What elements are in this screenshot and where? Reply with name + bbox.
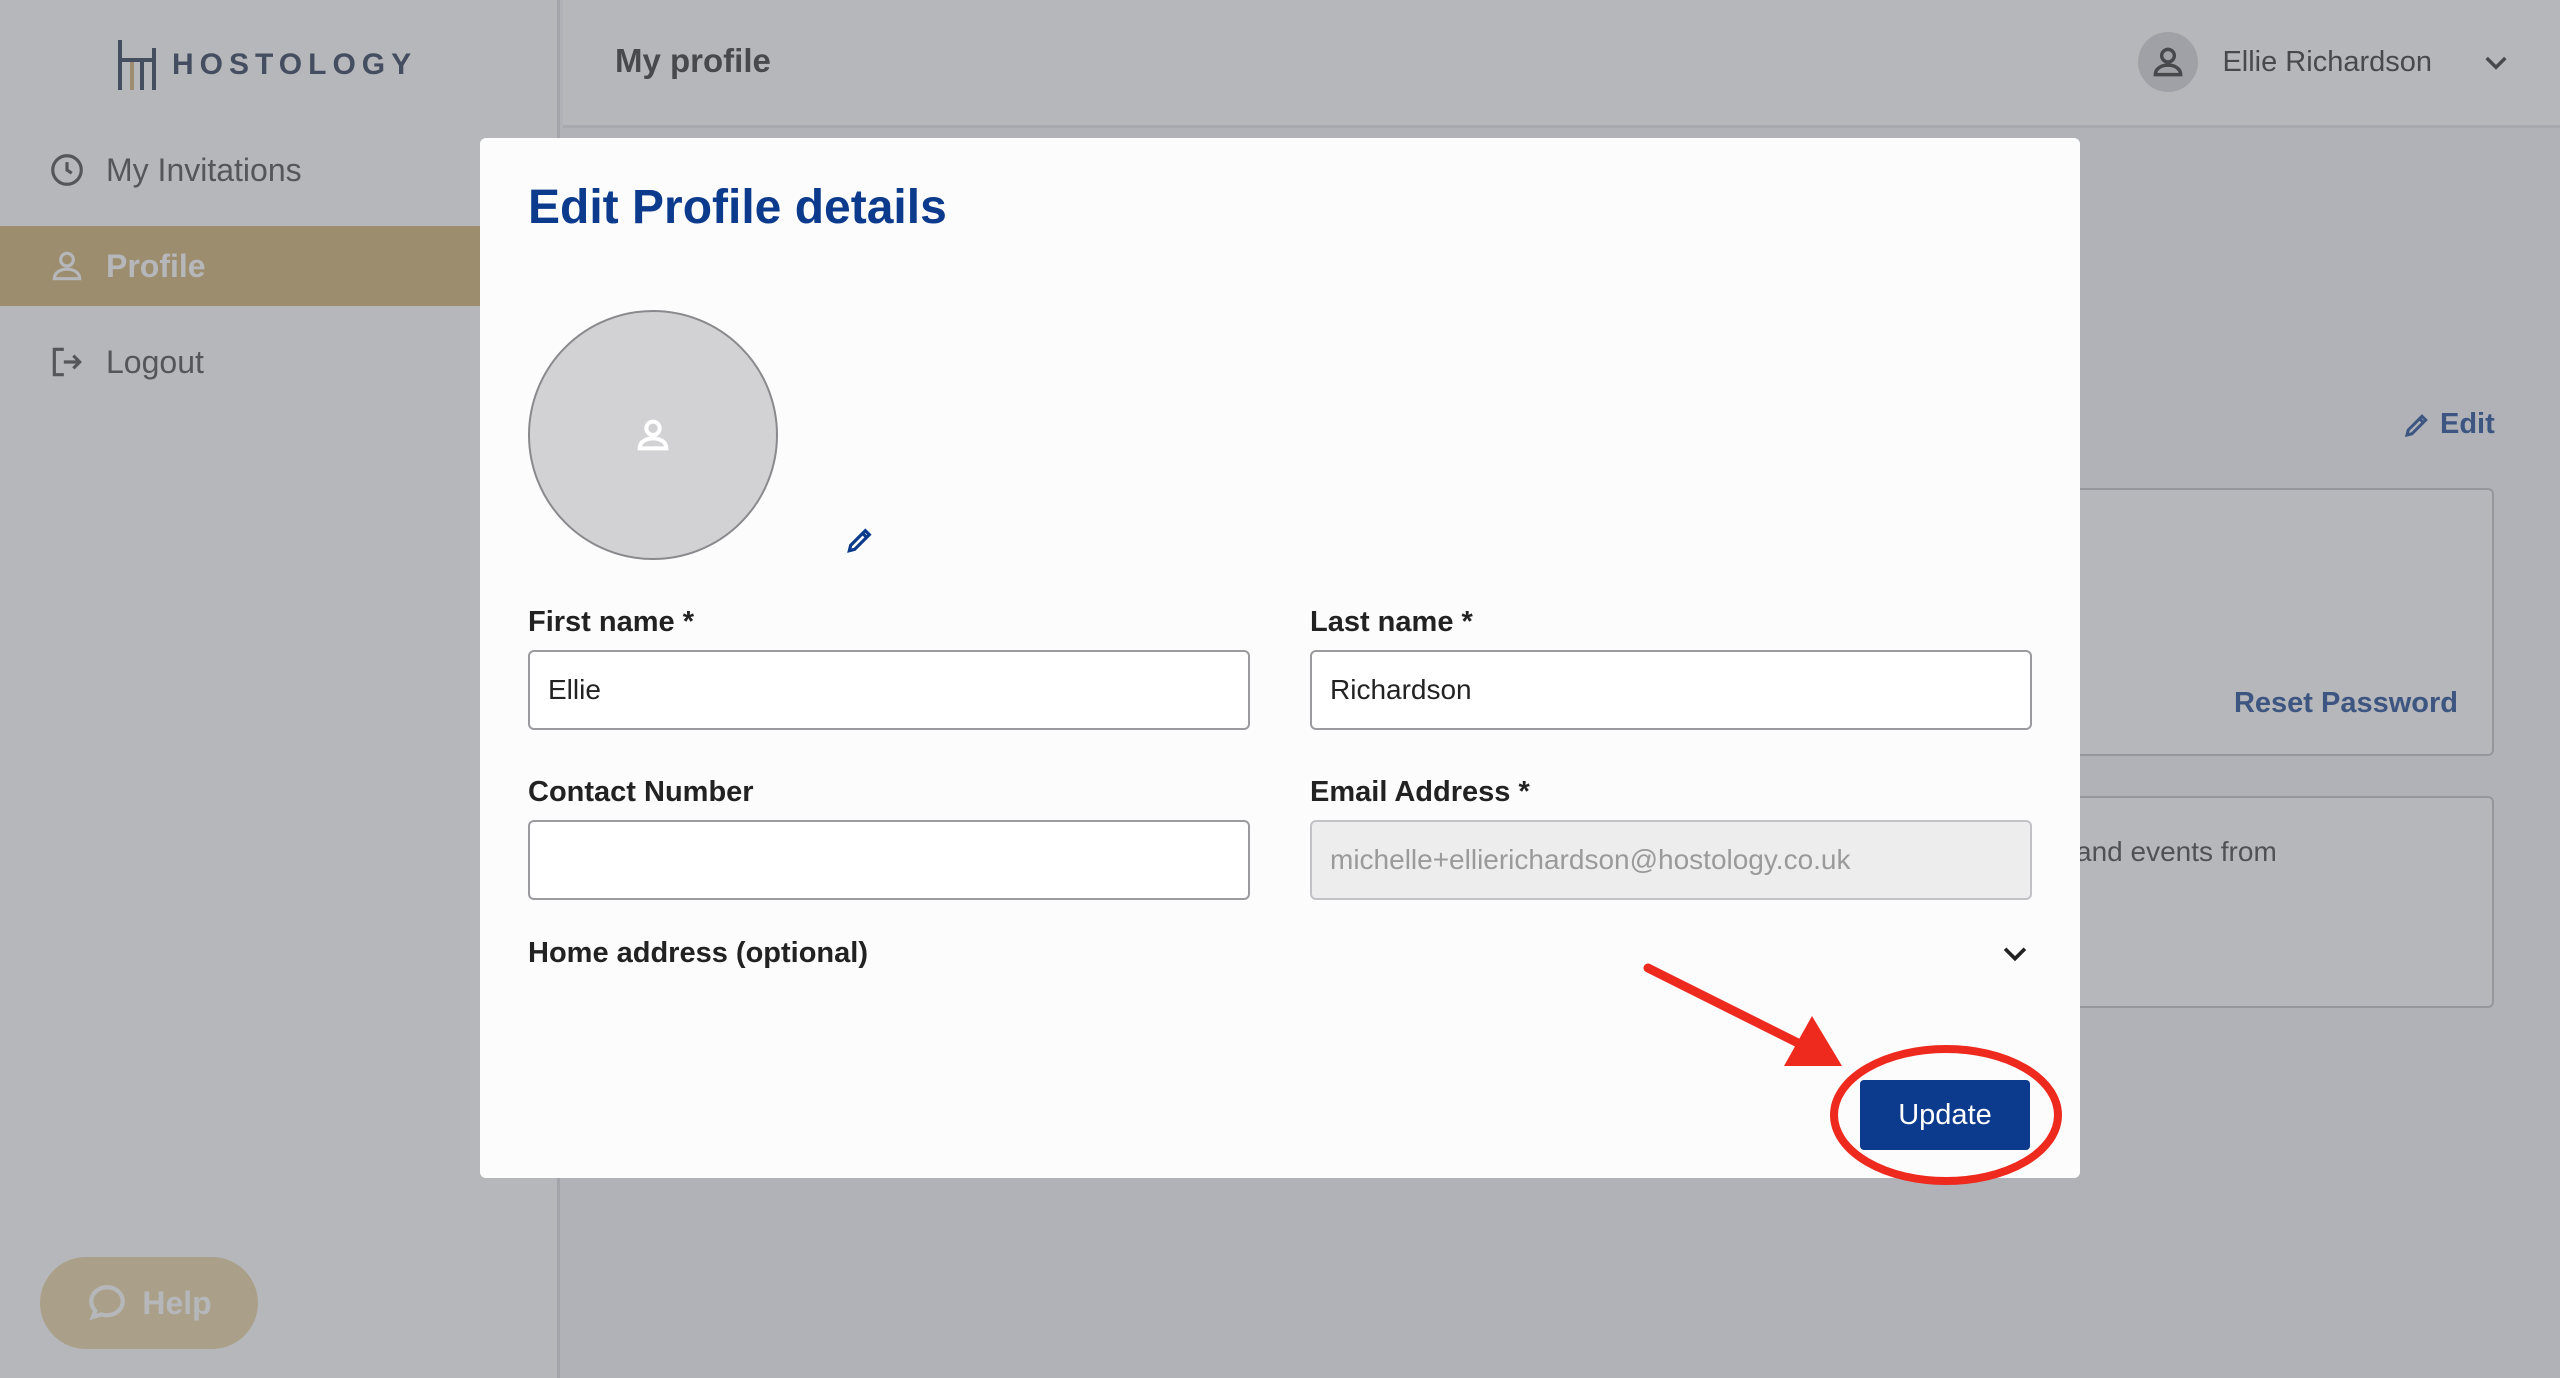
home-address-label: Home address (optional): [528, 936, 868, 969]
contact-number-label: Contact Number: [528, 776, 754, 808]
pencil-icon[interactable]: [844, 524, 876, 556]
edit-profile-modal: Edit Profile details First name * Last n…: [480, 138, 2080, 1178]
update-button[interactable]: Update: [1860, 1080, 2030, 1150]
contact-number-input[interactable]: [528, 820, 1250, 900]
user-icon: [637, 419, 669, 451]
profile-photo[interactable]: [528, 310, 778, 560]
first-name-input[interactable]: [528, 650, 1250, 730]
email-label: Email Address *: [1310, 776, 1530, 808]
last-name-input[interactable]: [1310, 650, 2032, 730]
chevron-down-icon: [2003, 947, 2027, 962]
modal-title: Edit Profile details: [528, 181, 947, 234]
email-input: [1310, 820, 2032, 900]
home-address-accordion[interactable]: Home address (optional): [528, 928, 2032, 978]
last-name-label: Last name *: [1310, 606, 1473, 638]
first-name-label: First name *: [528, 606, 694, 638]
